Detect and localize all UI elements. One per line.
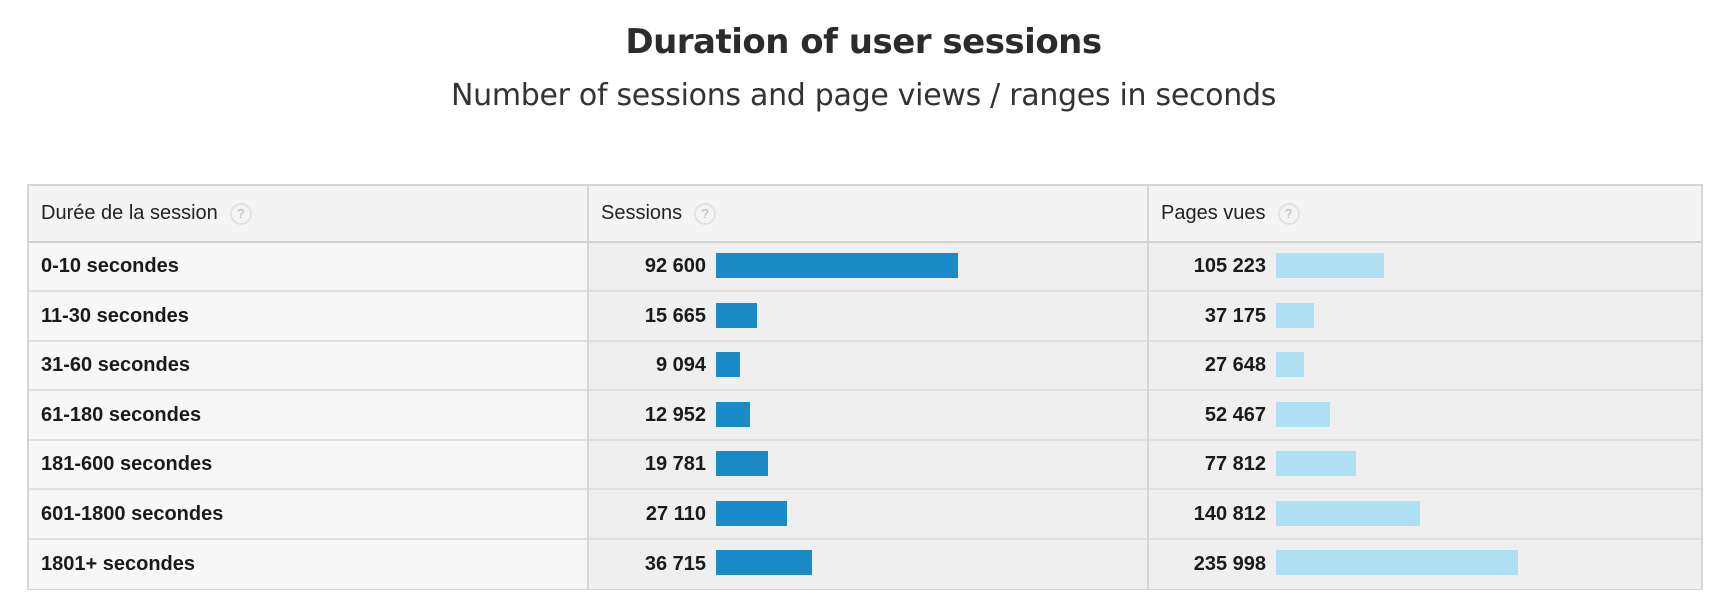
duration-label: 1801+ secondes [41,553,195,575]
duration-cell: 0-10 secondes [29,243,587,290]
column-divider [587,186,589,588]
header-sessions: Sessions ? [589,186,1147,243]
sessions-bar [716,500,787,526]
pageviews-cell: 37 175 [1149,292,1701,340]
duration-label: 11-30 secondes [41,304,189,327]
pageviews-cell: 235 998 [1149,540,1701,589]
pageviews-value: 52 467 [1204,403,1266,426]
pageviews-bar [1276,302,1315,328]
help-icon[interactable]: ? [1277,202,1300,225]
sessions-cell: 9 094 [589,342,1147,389]
header-sessions-label: Sessions [601,202,683,224]
sessions-cell: 15 665 [589,292,1147,340]
table-row: 0-10 secondes 92 600 105 223 [29,243,1701,292]
pageviews-value: 77 812 [1204,453,1266,475]
sessions-bar [716,550,812,575]
pageviews-cell: 27 648 [1149,342,1701,389]
sessions-value: 15 665 [644,304,706,327]
duration-cell: 11-30 secondes [29,292,587,340]
header-duration-label: Durée de la session [41,202,218,224]
table-row: 11-30 secondes 15 665 37 175 [29,292,1701,342]
sessions-cell: 12 952 [589,391,1147,439]
pageviews-value: 105 223 [1193,255,1266,277]
table-row: 1801+ secondes 36 715 235 998 [29,540,1701,589]
duration-cell: 181-600 secondes [29,441,587,488]
sessions-value: 92 600 [644,255,706,277]
duration-label: 0-10 secondes [41,255,179,277]
pageviews-bar [1276,401,1330,427]
sessions-bar [716,302,757,328]
sessions-value: 12 952 [644,403,706,426]
sessions-cell: 92 600 [589,243,1147,290]
header-pageviews: Pages vues ? [1149,186,1701,243]
sessions-bar [716,401,750,427]
chart-title: Duration of user sessions [625,22,1102,62]
duration-cell: 31-60 secondes [29,342,587,389]
duration-label: 601-1800 secondes [41,502,224,525]
pageviews-value: 235 998 [1193,553,1266,575]
session-duration-table: Durée de la session ? Sessions ? Pages v… [27,184,1703,590]
duration-cell: 601-1800 secondes [29,490,587,538]
pageviews-bar [1276,253,1384,278]
chart-subtitle: Number of sessions and page views / rang… [450,78,1277,113]
table-row: 601-1800 secondes 27 110 140 812 [29,490,1701,540]
help-icon[interactable]: ? [694,202,717,225]
header-pageviews-label: Pages vues [1161,202,1266,224]
pageviews-cell: 77 812 [1149,441,1701,488]
table-row: 61-180 secondes 12 952 52 467 [29,391,1701,441]
sessions-cell: 19 781 [589,441,1147,488]
pageviews-cell: 105 223 [1149,243,1701,290]
pageviews-cell: 140 812 [1149,490,1701,538]
duration-label: 181-600 secondes [41,453,213,475]
pageviews-bar [1276,451,1356,476]
sessions-value: 27 110 [645,502,706,525]
duration-label: 61-180 secondes [41,403,202,426]
pageviews-cell: 52 467 [1149,391,1701,439]
pageviews-value: 27 648 [1204,354,1266,376]
sessions-cell: 27 110 [589,490,1147,538]
duration-cell: 61-180 secondes [29,391,587,439]
column-divider [1147,186,1149,588]
help-icon[interactable]: ? [229,202,252,225]
duration-cell: 1801+ secondes [29,540,587,589]
pageviews-bar [1276,550,1518,575]
pageviews-value: 140 812 [1193,502,1266,525]
pageviews-bar [1276,352,1305,377]
table-row: 181-600 secondes 19 781 77 812 [29,441,1701,490]
header-duration: Durée de la session ? [29,186,587,243]
sessions-bar [716,352,740,377]
sessions-value: 9 094 [655,354,706,376]
sessions-value: 19 781 [644,453,706,475]
table-row: 31-60 secondes 9 094 27 648 [29,342,1701,391]
sessions-bar [716,451,768,476]
sessions-bar [716,253,958,278]
sessions-value: 36 715 [644,553,706,575]
duration-label: 31-60 secondes [41,354,190,376]
sessions-cell: 36 715 [589,540,1147,589]
pageviews-value: 37 175 [1204,304,1266,327]
pageviews-bar [1276,500,1421,526]
